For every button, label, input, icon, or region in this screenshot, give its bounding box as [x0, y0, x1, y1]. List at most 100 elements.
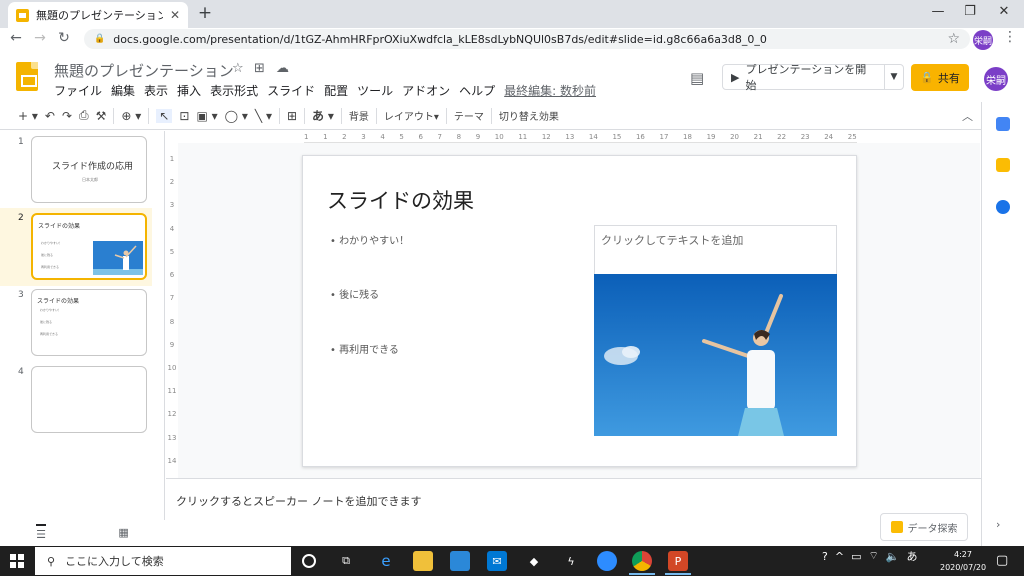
tasks-icon[interactable]: [996, 200, 1010, 214]
menu-format[interactable]: 表示形式: [210, 82, 258, 99]
last-edit-link[interactable]: 最終編集: 数秒前: [504, 82, 596, 99]
ime-indicator[interactable]: あ: [907, 548, 918, 564]
mail-icon[interactable]: ✉: [487, 551, 507, 571]
help-icon[interactable]: ?: [822, 550, 828, 563]
document-title[interactable]: 無題のプレゼンテーション: [54, 60, 234, 81]
tab-close-icon[interactable]: ✕: [170, 8, 180, 22]
window-close-button[interactable]: ✕: [992, 4, 1016, 19]
expand-panel-icon[interactable]: ›: [996, 518, 1000, 531]
ruler-tick-label: 20: [730, 132, 740, 141]
ruler-tick-label: 7: [437, 132, 443, 141]
present-button[interactable]: ▶ プレゼンテーションを開始: [723, 63, 885, 92]
move-folder-icon[interactable]: ⊞: [254, 61, 265, 76]
menu-addons[interactable]: アドオン: [402, 82, 450, 99]
url-field[interactable]: 🔒 docs.google.com/presentation/d/1tGZ-Ah…: [84, 29, 970, 49]
menu-tools[interactable]: ツール: [357, 82, 393, 99]
slide-thumbnail-3[interactable]: スライドの効果 わかりやすい！ 後に残る 再利用できる: [31, 289, 147, 356]
transition-button[interactable]: 切り替え効果: [499, 108, 559, 123]
windows-start-icon[interactable]: [10, 554, 24, 568]
notification-icon[interactable]: ▢: [996, 553, 1008, 568]
share-button[interactable]: 🔒 共有: [911, 64, 969, 91]
background-button[interactable]: 背景: [349, 108, 369, 123]
volume-icon[interactable]: 🔈: [886, 550, 900, 563]
user-avatar[interactable]: 栄嗣: [984, 67, 1008, 91]
keep-icon[interactable]: [996, 158, 1010, 172]
redo-icon[interactable]: ↷: [62, 109, 72, 123]
present-dropdown-icon[interactable]: ▼: [885, 72, 903, 82]
layout-button[interactable]: レイアウト▾: [384, 108, 439, 123]
filmstrip-view-icon[interactable]: ☰: [36, 523, 47, 541]
speaker-notes-divider[interactable]: [166, 478, 981, 484]
back-icon[interactable]: ←: [6, 30, 26, 46]
menu-edit[interactable]: 編集: [111, 82, 135, 99]
slide-title[interactable]: スライドの効果: [327, 185, 474, 215]
taskbar-clock[interactable]: 4:27 2020/07/20: [940, 548, 986, 574]
tray-expand-icon[interactable]: ^: [835, 550, 844, 563]
toolbar: + ▾ ↶ ↷ ⎙ ⚒ ⊕ ▾ ↖ ⊡ ▣ ▾ ◯ ▾ ╲ ▾ ⊞ あ ▾ 背景…: [0, 102, 1024, 130]
text-style-button[interactable]: あ ▾: [312, 107, 334, 124]
divider: [445, 107, 447, 124]
slide-bullet[interactable]: • 後に残る: [330, 286, 379, 301]
menu-arrange[interactable]: 配置: [324, 82, 348, 99]
network-icon[interactable]: ⌔: [868, 549, 878, 563]
browser-menu-icon[interactable]: ⋮: [1003, 29, 1017, 45]
image-icon[interactable]: ▣ ▾: [196, 109, 217, 123]
text-box-icon[interactable]: ⊡: [179, 109, 189, 123]
bookmark-star-icon[interactable]: ☆: [947, 31, 960, 47]
comment-history-icon[interactable]: ▤: [690, 69, 704, 87]
print-icon[interactable]: ⎙: [79, 108, 89, 123]
task-view-icon[interactable]: ⧉: [336, 551, 356, 571]
theme-button[interactable]: テーマ: [454, 108, 484, 123]
explore-button[interactable]: データ探索: [880, 513, 968, 541]
reload-icon[interactable]: ↻: [54, 30, 74, 46]
menu-slide[interactable]: スライド: [267, 82, 315, 99]
menu-insert[interactable]: 挿入: [177, 82, 201, 99]
divider: [278, 107, 280, 124]
text-placeholder[interactable]: クリックしてテキストを追加: [594, 225, 837, 275]
new-slide-icon[interactable]: + ▾: [18, 109, 38, 123]
paint-format-icon[interactable]: ⚒: [96, 109, 107, 123]
undo-icon[interactable]: ↶: [45, 109, 55, 123]
cortana-icon[interactable]: [302, 554, 316, 568]
slide-thumbnail-1[interactable]: スライド作成の応用 日本太郎: [31, 136, 147, 203]
slide-bullet[interactable]: • わかりやすい！: [330, 232, 409, 247]
zoom-icon[interactable]: ⊕ ▾: [121, 109, 141, 123]
store-icon[interactable]: [450, 551, 470, 571]
star-icon[interactable]: ☆: [232, 61, 244, 76]
dropbox-icon[interactable]: ◆: [524, 551, 544, 571]
line-icon[interactable]: ╲ ▾: [255, 109, 272, 123]
grid-view-icon[interactable]: ▦: [118, 526, 128, 539]
select-pointer-icon[interactable]: ↖: [156, 108, 173, 123]
thumb-bullet: わかりやすい！: [41, 241, 63, 245]
comment-add-icon[interactable]: ⊞: [287, 109, 297, 123]
zoom-app-icon[interactable]: [597, 551, 617, 571]
powerpoint-icon[interactable]: P: [668, 551, 688, 571]
menu-help[interactable]: ヘルプ: [459, 82, 495, 99]
battery-icon[interactable]: ▭: [851, 550, 861, 563]
divider: [113, 107, 115, 124]
browser-tab[interactable]: 無題のプレゼンテーション - Google ス ✕: [8, 2, 188, 28]
slide-thumbnail-4[interactable]: [31, 366, 147, 433]
calendar-icon[interactable]: [996, 117, 1010, 131]
edge-icon[interactable]: e: [376, 551, 396, 571]
menu-file[interactable]: ファイル: [54, 82, 102, 99]
file-explorer-icon[interactable]: [413, 551, 433, 571]
slide-thumbnail-2[interactable]: スライドの効果 わかりやすい！ 後に残る 再利用できる: [31, 213, 147, 280]
speaker-notes-field[interactable]: クリックするとスピーカー ノートを追加できます: [176, 493, 422, 509]
menu-view[interactable]: 表示: [144, 82, 168, 99]
minimize-button[interactable]: —: [926, 4, 950, 19]
slides-logo-icon[interactable]: [16, 62, 38, 91]
forward-icon[interactable]: →: [30, 30, 50, 46]
restore-button[interactable]: ❐: [958, 4, 982, 19]
browser-profile-avatar[interactable]: 栄嗣: [973, 30, 993, 50]
app-icon[interactable]: ϟ: [561, 551, 581, 571]
ruler-tick-label: 25: [847, 132, 857, 141]
taskbar-search[interactable]: ⚲ ここに入力して検索: [35, 547, 291, 575]
slide-photo[interactable]: [594, 274, 837, 436]
chrome-icon[interactable]: [632, 551, 652, 571]
collapse-toolbar-icon[interactable]: ︿: [962, 108, 973, 124]
new-tab-button[interactable]: +: [195, 3, 215, 23]
shape-icon[interactable]: ◯ ▾: [225, 109, 248, 123]
slide-bullet[interactable]: • 再利用できる: [330, 341, 399, 356]
ruler-tick-label: 6: [169, 271, 175, 280]
